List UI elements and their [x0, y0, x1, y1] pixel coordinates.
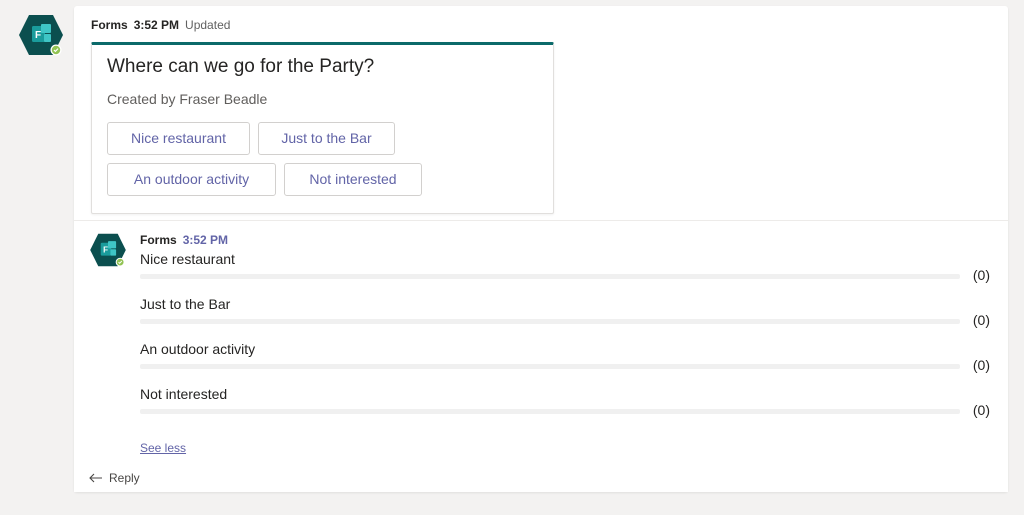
- result-bar: [140, 409, 960, 414]
- result-count: (0): [972, 402, 990, 418]
- svg-text:F: F: [103, 245, 108, 254]
- result-count: (0): [972, 267, 990, 283]
- result-bar: [140, 364, 960, 369]
- result-label: Not interested: [140, 386, 228, 402]
- poll-card: Where can we go for the Party? Created b…: [91, 42, 554, 214]
- option-not-interested-button[interactable]: Not interested: [284, 163, 422, 196]
- reply-section: Forms 3:52 PM Nice restaurant (0) Just to…: [74, 220, 1008, 492]
- result-count: (0): [972, 357, 990, 373]
- reply-arrow-icon: [89, 473, 102, 483]
- forms-app-icon: F: [90, 233, 126, 267]
- result-row: Nice restaurant (0): [140, 251, 990, 296]
- result-row: Just to the Bar (0): [140, 296, 990, 341]
- result-count: (0): [972, 312, 990, 328]
- reply-button[interactable]: Reply: [89, 471, 140, 485]
- poll-creator: Created by Fraser Beadle: [107, 91, 268, 107]
- reply-header: Forms 3:52 PM: [140, 233, 228, 247]
- reply-timestamp: 3:52 PM: [182, 233, 229, 247]
- reply-forms-avatar[interactable]: F: [89, 233, 127, 267]
- result-row: An outdoor activity (0): [140, 341, 990, 386]
- updated-label: Updated: [185, 18, 231, 32]
- reply-label: Reply: [109, 471, 140, 485]
- author-name[interactable]: Forms: [91, 18, 128, 32]
- result-bar: [140, 274, 960, 279]
- result-bar: [140, 319, 960, 324]
- result-label: An outdoor activity: [140, 341, 256, 357]
- see-less-link[interactable]: See less: [140, 441, 186, 455]
- poll-title: Where can we go for the Party?: [107, 56, 375, 77]
- reply-author-name[interactable]: Forms: [140, 233, 177, 247]
- post-header: Forms 3:52 PM Updated: [91, 18, 230, 32]
- forms-app-icon: F: [19, 15, 63, 56]
- result-label: Nice restaurant: [140, 251, 235, 267]
- post-timestamp: 3:52 PM: [133, 18, 180, 32]
- message-thread: Forms 3:52 PM Updated Where can we go for …: [74, 6, 1008, 492]
- result-row: Not interested (0): [140, 386, 990, 431]
- option-nice-restaurant-button[interactable]: Nice restaurant: [107, 122, 250, 155]
- forms-avatar[interactable]: F: [18, 14, 64, 56]
- option-outdoor-activity-button[interactable]: An outdoor activity: [107, 163, 276, 196]
- svg-text:F: F: [35, 30, 41, 41]
- option-just-to-the-bar-button[interactable]: Just to the Bar: [258, 122, 395, 155]
- result-label: Just to the Bar: [140, 296, 231, 312]
